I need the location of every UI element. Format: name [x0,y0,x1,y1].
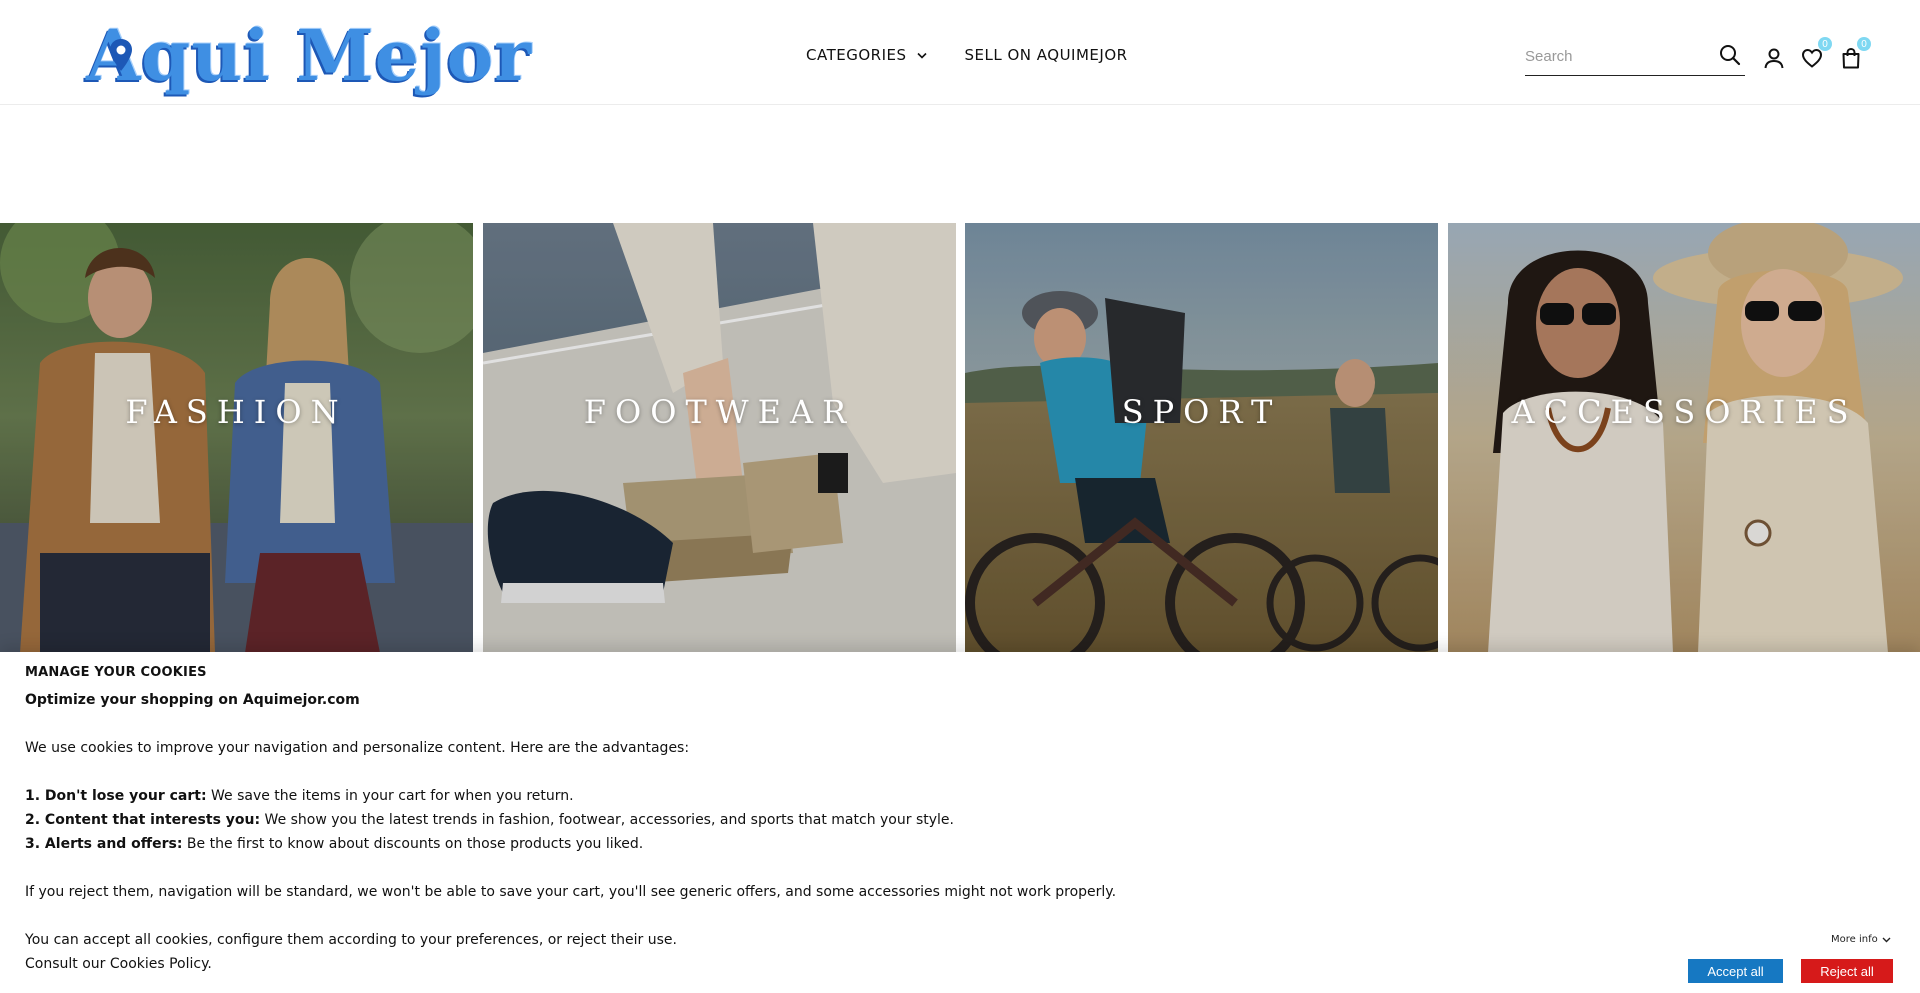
chevron-down-icon [916,52,927,59]
more-info-label: More info [1831,934,1878,945]
accessories-image [1448,223,1920,653]
category-tile-fashion[interactable]: FASHION [0,223,473,653]
wishlist-button[interactable]: 0 [1800,37,1832,70]
category-label-fashion: FASHION [125,393,348,431]
sport-image [965,223,1438,653]
cookie-benefit-text: Be the first to know about discounts on … [182,836,644,852]
site-header: Aqui Mejor CATEGORIES SELL ON AQUIMEJOR [0,0,1920,105]
cookie-benefit-lead: 1. Don't lose your cart: [25,788,207,804]
account-icon[interactable] [1762,46,1786,70]
footwear-image [483,223,956,653]
fashion-image [0,223,473,653]
accept-all-button[interactable]: Accept all [1688,959,1783,983]
category-tiles: FASHION FOOTWEAR SPORT ACCESSORIES [0,223,1920,653]
category-label-sport: SPORT [1121,393,1282,431]
main-nav: CATEGORIES SELL ON AQUIMEJOR [806,46,1128,64]
category-tile-accessories[interactable]: ACCESSORIES [1448,223,1920,653]
location-pin-icon [110,39,132,71]
reject-all-button[interactable]: Reject all [1801,959,1893,983]
category-tile-footwear[interactable]: FOOTWEAR [483,223,956,653]
cookie-intro: We use cookies to improve your navigatio… [25,740,690,756]
wishlist-count-badge: 0 [1818,37,1832,51]
nav-sell-label: SELL ON AQUIMEJOR [964,46,1128,64]
logo[interactable]: Aqui Mejor [86,16,532,96]
logo-text: Aqui Mejor [86,14,533,97]
nav-categories-label: CATEGORIES [806,46,907,64]
cart-button[interactable]: 0 [1839,37,1871,70]
cookie-benefit-text: We save the items in your cart for when … [206,788,574,804]
cookie-benefit-lead: 2. Content that interests you: [25,812,261,828]
cookie-benefit: 3. Alerts and offers: Be the first to kn… [25,836,643,852]
category-label-footwear: FOOTWEAR [583,393,856,431]
nav-sell[interactable]: SELL ON AQUIMEJOR [965,46,1128,64]
category-label-accessories: ACCESSORIES [1511,393,1858,431]
search-box [1525,42,1745,76]
cookie-choice-note: You can accept all cookies, configure th… [25,932,677,948]
cart-count-badge: 0 [1857,37,1871,51]
user-icon [1764,48,1784,69]
chevron-down-icon [1882,937,1891,942]
cookie-benefit-lead: 3. Alerts and offers: [25,836,183,852]
cookie-reject-note: If you reject them, navigation will be s… [25,884,1117,900]
cookie-benefit: 1. Don't lose your cart: We save the ite… [25,788,574,804]
cookie-subtitle: Optimize your shopping on Aquimejor.com [25,692,360,708]
cookie-policy-link[interactable]: Consult our Cookies Policy. [25,956,212,972]
nav-categories[interactable]: CATEGORIES [806,46,927,64]
more-info-toggle[interactable]: More info [1831,934,1891,945]
cookie-title: MANAGE YOUR COOKIES [25,665,207,680]
search-icon[interactable] [1719,44,1741,66]
cookie-benefit-text: We show you the latest trends in fashion… [260,812,954,828]
cookie-consent-panel: MANAGE YOUR COOKIES Optimize your shoppi… [0,652,1920,993]
cookie-benefit: 2. Content that interests you: We show y… [25,812,954,828]
category-tile-sport[interactable]: SPORT [965,223,1438,653]
search-input[interactable] [1525,42,1705,70]
